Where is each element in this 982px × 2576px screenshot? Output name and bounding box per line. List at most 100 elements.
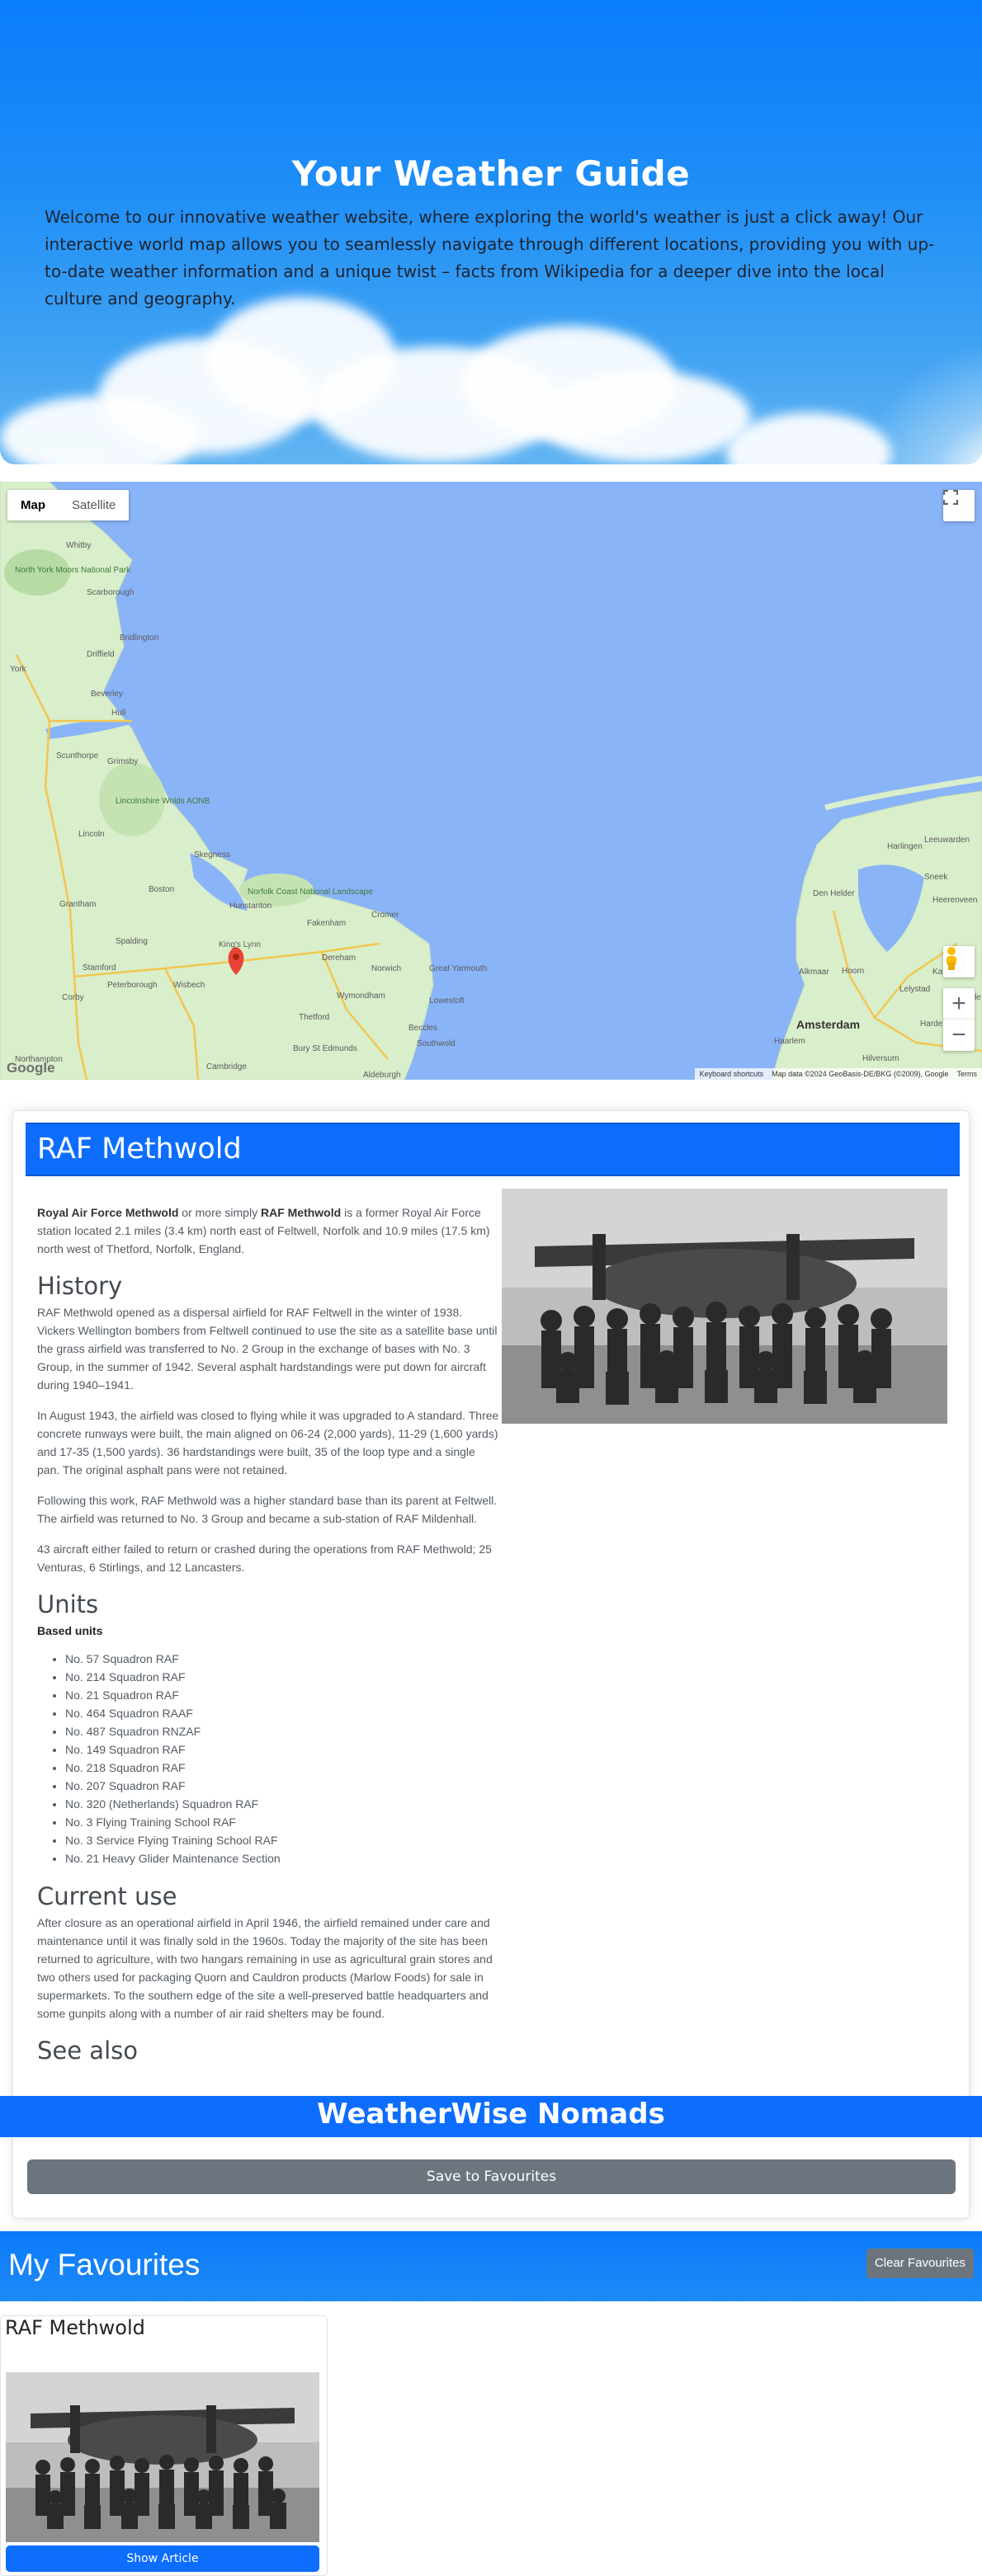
current-use-heading: Current use bbox=[37, 1882, 177, 1910]
map-label: Spalding bbox=[116, 937, 148, 946]
map-label: Sneek bbox=[924, 873, 948, 882]
map-label: Aldeburgh bbox=[363, 1071, 401, 1080]
map-canvas[interactable]: Whitby North York Moors National Park Sc… bbox=[0, 482, 982, 1080]
map-label: Lelystad bbox=[899, 985, 930, 994]
hero-description: Welcome to our innovative weather websit… bbox=[45, 207, 935, 308]
unit-item: No. 214 Squadron RAF bbox=[65, 1668, 499, 1686]
map-label: Boston bbox=[149, 885, 174, 894]
map-type-satellite-button[interactable]: Satellite bbox=[59, 490, 129, 520]
map-attribution: Keyboard shortcuts Map data ©2024 GeoBas… bbox=[694, 1068, 982, 1080]
map-label: Skegness bbox=[194, 850, 230, 859]
map-label: Southwold bbox=[417, 1039, 456, 1048]
map-type-map-button[interactable]: Map bbox=[7, 490, 59, 520]
history-paragraph: RAF Methwold opened as a dispersal airfi… bbox=[37, 1306, 498, 1392]
history-paragraph: Following this work, RAF Methwold was a … bbox=[37, 1494, 498, 1525]
current-use-paragraph: After closure as an operational airfield… bbox=[37, 1916, 493, 2020]
keyboard-shortcuts-link[interactable]: Keyboard shortcuts bbox=[700, 1068, 764, 1080]
terms-link[interactable]: Terms bbox=[957, 1068, 978, 1080]
map-label: Norwich bbox=[371, 964, 401, 973]
plus-icon: + bbox=[951, 990, 966, 1017]
unit-item: No. 149 Squadron RAF bbox=[65, 1740, 499, 1759]
show-article-button[interactable]: Show Article bbox=[6, 2545, 319, 2572]
unit-item: No. 207 Squadron RAF bbox=[65, 1777, 499, 1795]
map-label: Bridlington bbox=[120, 633, 158, 643]
map-view[interactable]: Whitby North York Moors National Park Sc… bbox=[0, 482, 982, 1080]
map-label: Haarlem bbox=[774, 1037, 805, 1046]
unit-item: No. 21 Squadron RAF bbox=[65, 1686, 499, 1704]
map-label: Grimsby bbox=[107, 757, 138, 766]
map-label: Whitby bbox=[66, 541, 92, 550]
map-label: Cromer bbox=[371, 911, 399, 920]
favourites-header: My Favourites Clear Favourites bbox=[0, 2231, 982, 2301]
map-label: Lincoln bbox=[78, 830, 105, 839]
unit-item: No. 3 Flying Training School RAF bbox=[65, 1813, 499, 1831]
intro-text: or more simply bbox=[178, 1206, 261, 1219]
units-subheading: Based units bbox=[37, 1624, 103, 1637]
map-label: Scarborough bbox=[87, 588, 134, 597]
map-label: Dereham bbox=[322, 954, 356, 963]
hero-title: Your Weather Guide bbox=[291, 153, 691, 194]
zoom-out-button[interactable]: − bbox=[943, 1020, 975, 1051]
map-label: Beccles bbox=[408, 1024, 437, 1033]
map-label: Wymondham bbox=[337, 991, 385, 1001]
favourites-title: My Favourites bbox=[8, 2248, 201, 2282]
favourite-thumbnail bbox=[6, 2372, 319, 2542]
map-type-control: Map Satellite bbox=[7, 490, 130, 520]
article-photo bbox=[502, 1189, 947, 1424]
unit-item: No. 21 Heavy Glider Maintenance Section bbox=[65, 1849, 499, 1867]
favourite-card: RAF Methwold Show Article bbox=[0, 2315, 328, 2576]
see-also-heading: See also bbox=[37, 2037, 138, 2065]
unit-item: No. 487 Squadron RNZAF bbox=[65, 1722, 499, 1740]
units-heading: Units bbox=[37, 1590, 99, 1618]
map-label: Scunthorpe bbox=[56, 751, 99, 761]
map-label: Harlingen bbox=[887, 842, 923, 851]
pegman-icon[interactable] bbox=[943, 946, 975, 977]
map-label: York bbox=[10, 665, 27, 674]
article-title-bar: RAF Methwold bbox=[26, 1123, 960, 1176]
map-label: Hilversum bbox=[862, 1054, 899, 1063]
map-label: Stamford bbox=[83, 963, 116, 972]
map-label: Thetford bbox=[299, 1013, 329, 1022]
unit-item: No. 57 Squadron RAF bbox=[65, 1650, 499, 1668]
unit-item: No. 320 (Netherlands) Squadron RAF bbox=[65, 1795, 499, 1813]
history-paragraph: In August 1943, the airfield was closed … bbox=[37, 1409, 499, 1476]
map-label: North York Moors National Park bbox=[15, 566, 131, 575]
save-to-favourites-button[interactable]: Save to Favourites bbox=[27, 2159, 956, 2194]
map-label: King's Lynn bbox=[219, 940, 261, 949]
hero-banner: Your Weather Guide Welcome to our innova… bbox=[0, 0, 982, 464]
google-logo: Google bbox=[7, 1060, 55, 1076]
map-label: Corby bbox=[62, 993, 84, 1002]
intro-bold-short-name: RAF Methwold bbox=[260, 1206, 342, 1219]
article-body: Royal Air Force Methwold or more simply … bbox=[37, 1203, 499, 2068]
map-label: Peterborough bbox=[107, 981, 158, 990]
map-label: Amsterdam bbox=[796, 1018, 860, 1031]
map-label: Great Yarmouth bbox=[429, 964, 487, 973]
map-label: Norfolk Coast National Landscape bbox=[248, 888, 373, 897]
map-label: Alkmaar bbox=[799, 968, 829, 977]
map-label: Bury St Edmunds bbox=[293, 1044, 357, 1053]
units-list: No. 57 Squadron RAF No. 214 Squadron RAF… bbox=[37, 1650, 499, 1867]
map-label: Beverley bbox=[91, 690, 123, 699]
map-label: Cambridge bbox=[206, 1062, 247, 1071]
map-data-text: Map data ©2024 GeoBasis-DE/BKG (©2009), … bbox=[772, 1070, 949, 1078]
map-label: Driffield bbox=[87, 650, 115, 659]
unit-item: No. 3 Service Flying Training School RAF bbox=[65, 1831, 499, 1849]
history-heading: History bbox=[37, 1272, 123, 1300]
map-label: Lowestoft bbox=[429, 996, 465, 1005]
history-paragraph: 43 aircraft either failed to return or c… bbox=[37, 1542, 492, 1574]
fullscreen-icon[interactable] bbox=[943, 490, 975, 521]
map-label: Hunstanton bbox=[229, 902, 271, 911]
clear-favourites-button[interactable]: Clear Favourites bbox=[866, 2249, 974, 2278]
article-card: RAF Methwold Royal Air Force Methwold or… bbox=[12, 1110, 970, 2219]
article-intro: Royal Air Force Methwold or more simply … bbox=[37, 1203, 499, 1258]
map-label: Hoorn bbox=[842, 967, 864, 976]
unit-item: No. 464 Squadron RAAF bbox=[65, 1704, 499, 1722]
brand-banner: WeatherWise Nomads bbox=[0, 2096, 982, 2137]
favourite-title: RAF Methwold bbox=[5, 2316, 145, 2339]
map-label: Den Helder bbox=[813, 889, 855, 898]
unit-item: No. 218 Squadron RAF bbox=[65, 1759, 499, 1777]
intro-bold-name: Royal Air Force Methwold bbox=[37, 1206, 179, 1219]
minus-icon: − bbox=[951, 1021, 966, 1048]
map-label: Leeuwarden bbox=[924, 836, 970, 845]
zoom-in-button[interactable]: + bbox=[943, 988, 975, 1020]
